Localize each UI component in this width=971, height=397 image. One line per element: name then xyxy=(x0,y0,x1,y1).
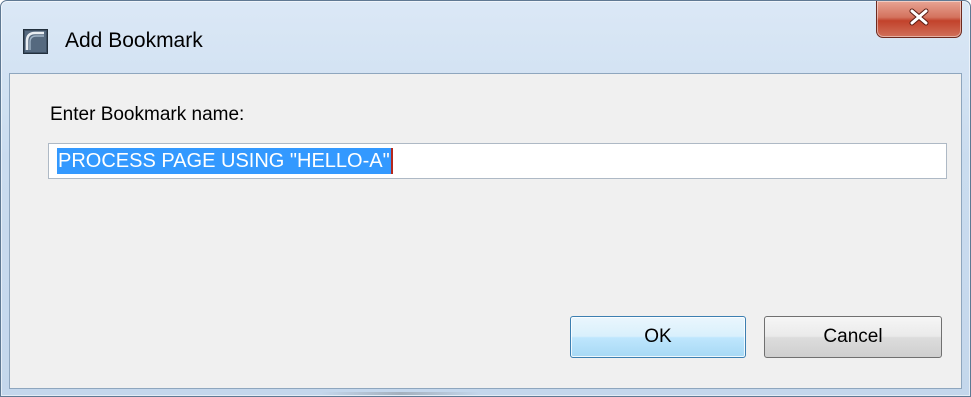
bookmark-app-icon xyxy=(23,29,48,54)
close-button[interactable] xyxy=(876,1,962,38)
ok-button[interactable]: OK xyxy=(570,316,746,358)
dialog-window: Add Bookmark Enter Bookmark name: PROCES… xyxy=(0,0,971,397)
cancel-button[interactable]: Cancel xyxy=(764,316,942,358)
bookmark-name-input[interactable]: PROCESS PAGE USING "HELLO-A" xyxy=(48,143,947,179)
text-caret xyxy=(390,148,393,174)
window-title: Add Bookmark xyxy=(65,29,203,52)
bookmark-name-label: Enter Bookmark name: xyxy=(50,104,245,125)
window-bottom-edge xyxy=(321,392,481,395)
title-bar[interactable]: Add Bookmark xyxy=(1,1,970,73)
close-x-icon xyxy=(908,8,930,31)
bookmark-name-value: PROCESS PAGE USING "HELLO-A" xyxy=(57,148,391,174)
dialog-body: Enter Bookmark name: PROCESS PAGE USING … xyxy=(9,73,962,389)
